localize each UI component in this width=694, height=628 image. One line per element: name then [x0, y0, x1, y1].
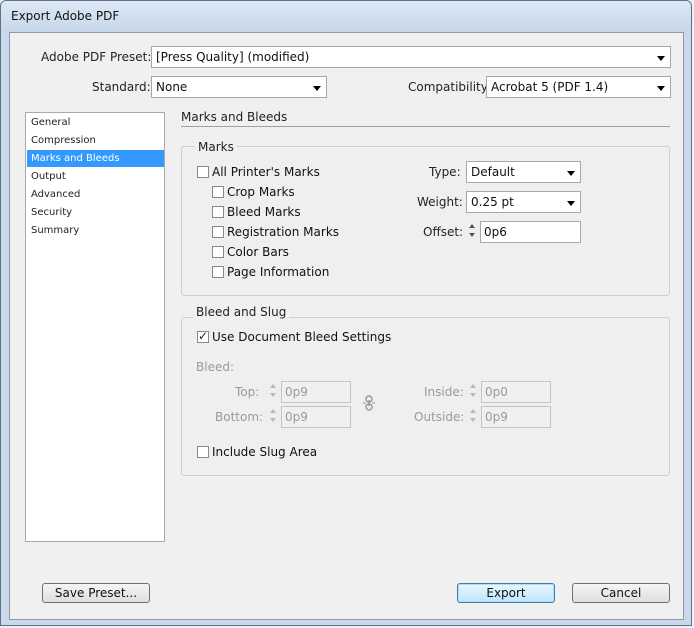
all-printers-marks-checkbox[interactable] — [197, 166, 209, 178]
arrow-down-icon — [470, 418, 476, 422]
nav-item-compression[interactable]: Compression — [27, 132, 164, 149]
preset-label: Adobe PDF Preset: — [41, 50, 152, 64]
dialog-title: Export Adobe PDF — [11, 9, 120, 23]
registration-marks-checkbox[interactable] — [212, 226, 224, 238]
chevron-down-icon — [657, 86, 665, 91]
weight-label: Weight: — [417, 195, 463, 209]
outside-label: Outside: — [414, 410, 465, 424]
bottom-input[interactable]: 0p9 — [281, 406, 351, 428]
nav-item-security[interactable]: Security — [27, 204, 164, 221]
page-information-label: Page Information — [227, 265, 330, 279]
arrow-down-icon — [469, 233, 475, 237]
registration-marks-label: Registration Marks — [227, 225, 340, 239]
section-title: Marks and Bleeds — [181, 110, 288, 124]
outside-input[interactable]: 0p9 — [481, 406, 551, 428]
nav-item-marks-and-bleeds[interactable]: Marks and Bleeds — [27, 150, 164, 167]
chevron-down-icon — [657, 56, 665, 61]
use-document-bleed-label: Use Document Bleed Settings — [212, 330, 392, 344]
preset-value: [Press Quality] (modified) — [156, 50, 310, 64]
include-slug-checkbox[interactable] — [197, 446, 209, 458]
chain-link-icon[interactable] — [362, 395, 376, 411]
page-information-checkbox[interactable] — [212, 266, 224, 278]
use-document-bleed-checkbox[interactable] — [197, 329, 209, 343]
save-preset-button[interactable]: Save Preset... — [42, 583, 150, 603]
export-button[interactable]: Export — [457, 583, 555, 603]
arrow-up-icon — [270, 384, 276, 388]
bleed-label: Bleed: — [196, 360, 234, 374]
crop-marks-checkbox[interactable] — [212, 186, 224, 198]
arrow-down-icon — [270, 393, 276, 397]
arrow-down-icon — [470, 393, 476, 397]
bottom-stepper[interactable] — [268, 406, 280, 426]
top-label: Top: — [235, 385, 260, 399]
offset-input[interactable]: 0p6 — [480, 221, 581, 243]
preset-dropdown[interactable]: [Press Quality] (modified) — [151, 46, 671, 68]
arrow-up-icon — [470, 409, 476, 413]
crop-marks-label: Crop Marks — [227, 185, 295, 199]
marks-group-label: Marks — [195, 140, 237, 154]
section-divider — [181, 126, 670, 127]
arrow-up-icon — [470, 384, 476, 388]
standard-dropdown[interactable]: None — [151, 76, 327, 98]
top-stepper[interactable] — [268, 381, 280, 401]
title-bar[interactable]: Export Adobe PDF — [1, 1, 691, 31]
nav-item-general[interactable]: General — [27, 114, 164, 131]
type-value: Default — [471, 165, 515, 179]
outside-stepper[interactable] — [468, 406, 480, 426]
nav-item-summary[interactable]: Summary — [27, 222, 164, 239]
weight-value: 0.25 pt — [471, 195, 514, 209]
type-label: Type: — [429, 165, 461, 179]
arrow-up-icon — [469, 224, 475, 228]
weight-dropdown[interactable]: 0.25 pt — [466, 191, 581, 213]
chevron-down-icon — [567, 201, 575, 206]
top-input[interactable]: 0p9 — [281, 381, 351, 403]
inside-stepper[interactable] — [468, 381, 480, 401]
standard-label: Standard: — [92, 80, 151, 94]
bleed-marks-checkbox[interactable] — [212, 206, 224, 218]
standard-value: None — [156, 80, 188, 94]
compatibility-label: Compatibility: — [408, 80, 492, 94]
inside-label: Inside: — [424, 385, 464, 399]
type-dropdown[interactable]: Default — [466, 161, 581, 183]
arrow-up-icon — [270, 409, 276, 413]
cancel-button[interactable]: Cancel — [572, 583, 670, 603]
compatibility-dropdown[interactable]: Acrobat 5 (PDF 1.4) — [486, 76, 671, 98]
color-bars-label: Color Bars — [227, 245, 289, 259]
chevron-down-icon — [567, 171, 575, 176]
bleed-slug-group-label: Bleed and Slug — [193, 305, 290, 319]
category-list[interactable]: General Compression Marks and Bleeds Out… — [25, 112, 165, 542]
compatibility-value: Acrobat 5 (PDF 1.4) — [491, 80, 609, 94]
all-printers-marks-label: All Printer's Marks — [212, 165, 320, 179]
nav-item-output[interactable]: Output — [27, 168, 164, 185]
offset-stepper[interactable] — [467, 221, 479, 241]
bottom-label: Bottom: — [215, 410, 264, 424]
inside-input[interactable]: 0p0 — [481, 381, 551, 403]
color-bars-checkbox[interactable] — [212, 246, 224, 258]
arrow-down-icon — [270, 418, 276, 422]
chevron-down-icon — [313, 86, 321, 91]
bleed-marks-label: Bleed Marks — [227, 205, 301, 219]
nav-item-advanced[interactable]: Advanced — [27, 186, 164, 203]
offset-label: Offset: — [423, 225, 464, 239]
include-slug-label: Include Slug Area — [212, 445, 318, 459]
